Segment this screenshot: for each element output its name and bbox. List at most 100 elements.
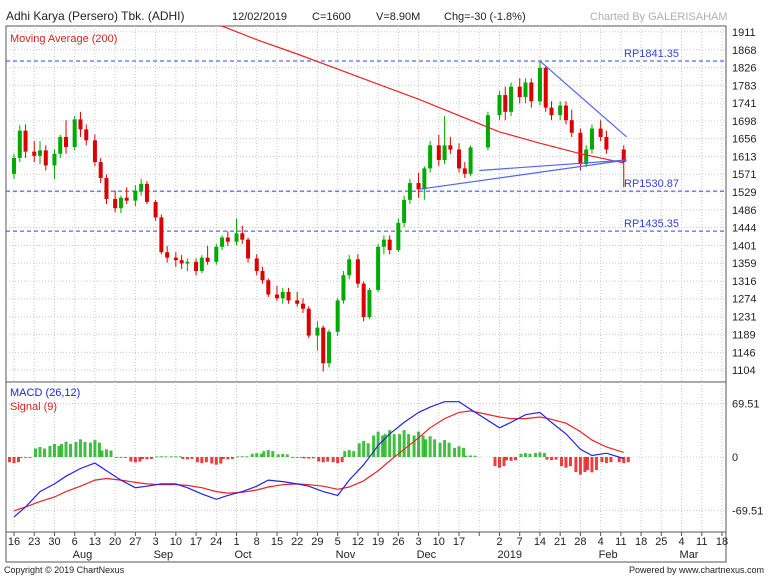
candle-body <box>153 201 158 218</box>
candle-body <box>361 283 366 318</box>
macd-histogram-bar <box>155 456 159 458</box>
x-tick-label: 24 <box>210 536 222 548</box>
x-tick-label: 8 <box>254 536 260 548</box>
watermark: Charted By GALERISAHAM <box>590 11 728 23</box>
candle-body <box>509 86 514 112</box>
copyright: Copyright © 2019 ChartNexus <box>4 565 125 575</box>
macd-histogram-bar <box>259 453 263 457</box>
candle-body <box>563 105 568 121</box>
macd-histogram-bar <box>145 457 149 460</box>
macd-histogram-bar <box>583 457 587 473</box>
macd-histogram-bar <box>181 457 185 459</box>
macd-y-axis: 69.51 0 -69.51 <box>732 399 763 518</box>
signal-legend: Signal (9) <box>10 401 57 413</box>
candle-body <box>214 246 219 262</box>
macd-histogram-bar <box>421 435 425 457</box>
candle-body <box>347 259 352 276</box>
macd-histogram-bar <box>12 457 16 464</box>
candle-body <box>58 136 63 154</box>
candle-body <box>179 260 184 264</box>
candle-body <box>139 183 144 191</box>
macd-histogram-bar <box>240 456 244 458</box>
quote-date: 12/02/2019 <box>232 11 287 23</box>
candle-body <box>295 300 300 304</box>
macd-histogram-bar <box>554 457 558 460</box>
candle-body <box>43 150 48 166</box>
macd-histogram-bar <box>443 440 447 457</box>
candle-body <box>604 136 609 150</box>
macd-histogram-bar <box>195 457 199 463</box>
candle-body <box>274 294 279 299</box>
candle-body <box>589 128 594 150</box>
candle-body <box>12 157 16 174</box>
candle-body <box>266 280 271 295</box>
candle-body <box>286 292 291 301</box>
candle-body <box>234 233 239 242</box>
macd-histogram-bar <box>262 451 266 457</box>
macd-tick-label: 0 <box>732 452 738 464</box>
macd-histogram-bar <box>276 454 280 457</box>
macd-histogram-bar <box>236 456 240 458</box>
price-y-axis: 1911 1868 1826 1783 1741 1698 1656 1613 1571 1529… <box>732 27 756 377</box>
x-tick-label: 11 <box>615 536 626 548</box>
macd-histogram-bar <box>19 457 23 458</box>
price-tick-label: 1274 <box>732 294 756 306</box>
candle-body <box>32 151 37 156</box>
macd-histogram-bar <box>542 453 546 457</box>
macd-histogram-bar <box>219 457 223 464</box>
macd-histogram-bar <box>568 457 572 467</box>
macd-histogram-bar <box>230 457 234 459</box>
candle-body <box>543 67 548 108</box>
macd-histogram-bar <box>271 451 275 457</box>
month-label: Sep <box>154 549 174 561</box>
macd-histogram-bar <box>336 457 340 464</box>
macd-histogram-bar <box>321 457 325 463</box>
price-tick-label: 1316 <box>732 276 756 288</box>
macd-histogram-bar <box>402 430 406 457</box>
quote-change: Chg=-30 (-1.8%) <box>444 11 526 23</box>
macd-histogram-bar <box>17 457 20 463</box>
candle-body <box>72 119 77 148</box>
candle-body <box>341 275 346 301</box>
macd-histogram-bar <box>226 457 230 460</box>
price-tick-label: 1911 <box>732 27 756 39</box>
candle-body <box>497 95 502 116</box>
macd-histogram-bar <box>417 431 421 457</box>
macd-histogram-bar <box>362 440 366 457</box>
macd-histogram-bar <box>497 457 501 468</box>
macd-histogram-bar <box>462 447 466 457</box>
candle-body <box>185 261 190 264</box>
candle-body <box>246 239 251 259</box>
macd-histogram-bar <box>28 457 32 458</box>
x-tick-label: 19 <box>372 536 384 548</box>
candle-body <box>326 331 331 364</box>
candle-body <box>537 67 542 102</box>
macd-histogram-bar <box>119 457 123 458</box>
price-tick-label: 1231 <box>732 312 756 324</box>
x-tick-label: 14 <box>534 536 546 548</box>
candle-body <box>64 136 69 148</box>
macd-histogram-bar <box>594 457 598 471</box>
macd-histogram-bar <box>307 457 311 459</box>
x-tick-label: 20 <box>109 536 121 548</box>
macd-histogram-bar <box>428 436 432 457</box>
candle-body <box>436 145 441 160</box>
macd-histogram-bar <box>493 457 497 467</box>
candle-body <box>558 105 563 116</box>
macd-histogram-bar <box>74 441 78 457</box>
price-tick-label: 1529 <box>732 187 756 199</box>
macd-histogram-bar <box>538 452 542 457</box>
price-tick-label: 1826 <box>732 62 756 74</box>
candle-body <box>52 153 57 166</box>
macd-histogram-bar <box>214 457 218 465</box>
x-tick-label: 10 <box>433 536 445 548</box>
stock-chart: Adhi Karya (Persero) Tbk. (ADHI) 12/02/2… <box>4 9 764 575</box>
candle-body <box>381 239 386 247</box>
macd-histogram-bar <box>64 441 68 457</box>
candle-body <box>387 239 392 251</box>
macd-histogram-bar <box>69 443 73 457</box>
macd-legend: MACD (26,12) <box>10 387 80 399</box>
candle-body <box>428 145 433 169</box>
macd-tick-label: 69.51 <box>732 399 760 411</box>
powered-by: Powered by www.chartnexus.com <box>629 565 764 575</box>
